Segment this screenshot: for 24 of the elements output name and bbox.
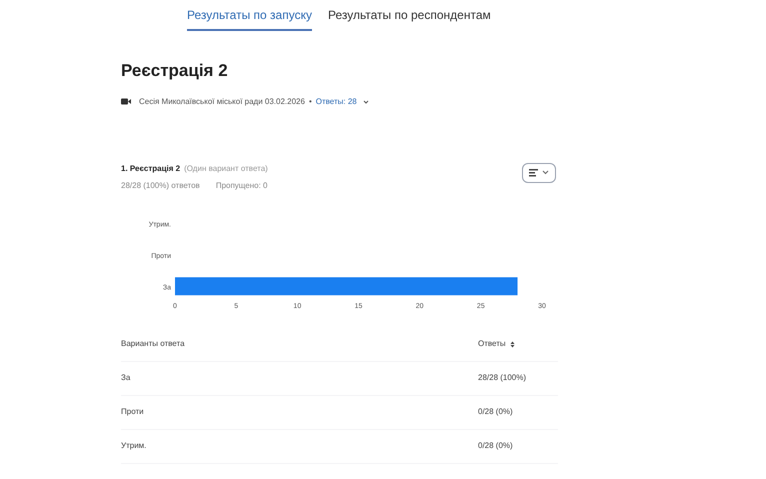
- table-cell: За: [121, 372, 130, 384]
- page-title: Реєстрація 2: [121, 60, 229, 82]
- tab[interactable]: Результаты по запуску: [187, 0, 312, 31]
- table-cell: Проти: [121, 406, 144, 418]
- caret-icon: [362, 100, 369, 104]
- question-type: (Один вариант ответа): [184, 162, 268, 174]
- session-info: Сесія Миколаївської міської ради 03.02.2026: [139, 96, 305, 108]
- chart-type-button[interactable]: [522, 162, 556, 182]
- bar-chart-icon: [529, 168, 538, 176]
- separator-dot: •: [308, 96, 312, 108]
- question-title: 1. Реєстрація 2: [121, 162, 180, 174]
- answered-count: 28/28 (100%) ответов: [121, 180, 200, 192]
- answers-dropdown[interactable]: Ответы: 28: [316, 96, 369, 108]
- table-cell-text: 28/28 (100%): [478, 372, 528, 384]
- sort-icon: [510, 340, 515, 348]
- table-cell: Утрим.: [121, 440, 146, 452]
- table-cell-text: 0/28 (0%): [478, 406, 514, 418]
- table-cell-text: 0/28 (0%): [478, 440, 514, 452]
- sort-column-header[interactable]: Ответы: [478, 338, 558, 350]
- video-camera-icon: [121, 98, 131, 105]
- column-header: Варианты ответа: [121, 338, 185, 350]
- caret-icon: [542, 170, 549, 175]
- skipped-count: Пропущено: 0: [216, 180, 268, 192]
- tab[interactable]: Результаты по респондентам: [328, 0, 491, 31]
